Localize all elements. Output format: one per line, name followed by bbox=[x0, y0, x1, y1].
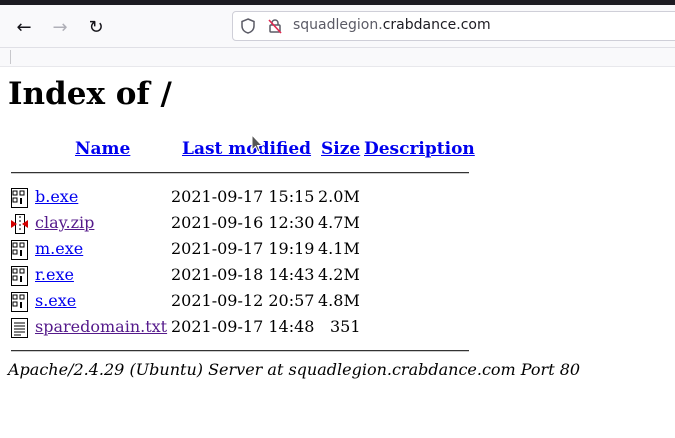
file-modified: 2021-09-17 14:48 bbox=[171, 317, 315, 336]
forward-button[interactable]: → bbox=[47, 14, 73, 40]
file-link[interactable]: m.exe bbox=[35, 239, 83, 258]
server-signature: Apache/2.4.29 (Ubuntu) Server at squadle… bbox=[8, 360, 581, 379]
sort-by-last-modified-link[interactable]: Last modified bbox=[182, 139, 311, 159]
page-title: Index of / bbox=[8, 76, 172, 112]
reload-button[interactable]: ↻ bbox=[83, 14, 109, 40]
file-row: s.exe 2021-09-12 20:57 4.8M bbox=[8, 291, 478, 315]
file-modified: 2021-09-17 19:19 bbox=[171, 239, 315, 258]
file-link[interactable]: r.exe bbox=[35, 265, 74, 284]
file-row: sparedomain.txt 2021-09-17 14:48 351 bbox=[8, 317, 478, 341]
file-modified: 2021-09-17 15:15 bbox=[171, 187, 315, 206]
footer-divider bbox=[11, 350, 469, 352]
back-button[interactable]: ← bbox=[11, 14, 37, 40]
file-row: b.exe 2021-09-17 15:15 2.0M bbox=[8, 187, 478, 211]
file-size: 4.8M bbox=[318, 291, 360, 310]
file-link[interactable]: clay.zip bbox=[35, 213, 94, 232]
file-size: 4.7M bbox=[318, 213, 360, 232]
file-size: 351 bbox=[330, 317, 361, 336]
back-arrow-icon: ← bbox=[16, 16, 32, 38]
bookmarks-separator bbox=[10, 50, 11, 64]
file-modified: 2021-09-16 12:30 bbox=[171, 213, 315, 232]
url-subdomain: squadlegion. bbox=[293, 17, 383, 33]
shield-icon[interactable] bbox=[241, 18, 255, 38]
file-row: clay.zip 2021-09-16 12:30 4.7M bbox=[8, 213, 478, 237]
file-link[interactable]: s.exe bbox=[35, 291, 76, 310]
binary-file-icon bbox=[11, 240, 28, 260]
file-size: 4.2M bbox=[318, 265, 360, 284]
bookmarks-toolbar bbox=[0, 48, 675, 67]
address-bar[interactable]: squadlegion.crabdance.com bbox=[232, 11, 675, 41]
forward-arrow-icon: → bbox=[52, 16, 68, 38]
header-divider bbox=[11, 172, 469, 174]
file-size: 4.1M bbox=[318, 239, 360, 258]
file-size: 2.0M bbox=[318, 187, 360, 206]
binary-file-icon bbox=[11, 188, 28, 208]
binary-file-icon bbox=[11, 292, 28, 312]
text-file-icon bbox=[11, 318, 28, 338]
file-link[interactable]: sparedomain.txt bbox=[35, 317, 167, 336]
file-link[interactable]: b.exe bbox=[35, 187, 78, 206]
binary-file-icon bbox=[11, 266, 28, 286]
mouse-pointer-icon bbox=[251, 134, 263, 153]
sort-by-name-link[interactable]: Name bbox=[75, 139, 130, 159]
browser-toolbar: ← → ↻ squadlegion.crabdance.com bbox=[0, 5, 675, 48]
url-text[interactable]: squadlegion.crabdance.com bbox=[293, 17, 491, 33]
insecure-lock-icon[interactable] bbox=[267, 18, 283, 38]
file-modified: 2021-09-12 20:57 bbox=[171, 291, 315, 310]
sort-by-size-link[interactable]: Size bbox=[321, 139, 360, 159]
file-row: r.exe 2021-09-18 14:43 4.2M bbox=[8, 265, 478, 289]
sort-by-description-link[interactable]: Description bbox=[364, 139, 475, 159]
file-modified: 2021-09-18 14:43 bbox=[171, 265, 315, 284]
url-domain: crabdance.com bbox=[382, 17, 491, 33]
file-row: m.exe 2021-09-17 19:19 4.1M bbox=[8, 239, 478, 263]
compressed-file-icon bbox=[11, 214, 28, 234]
reload-icon: ↻ bbox=[88, 16, 104, 38]
